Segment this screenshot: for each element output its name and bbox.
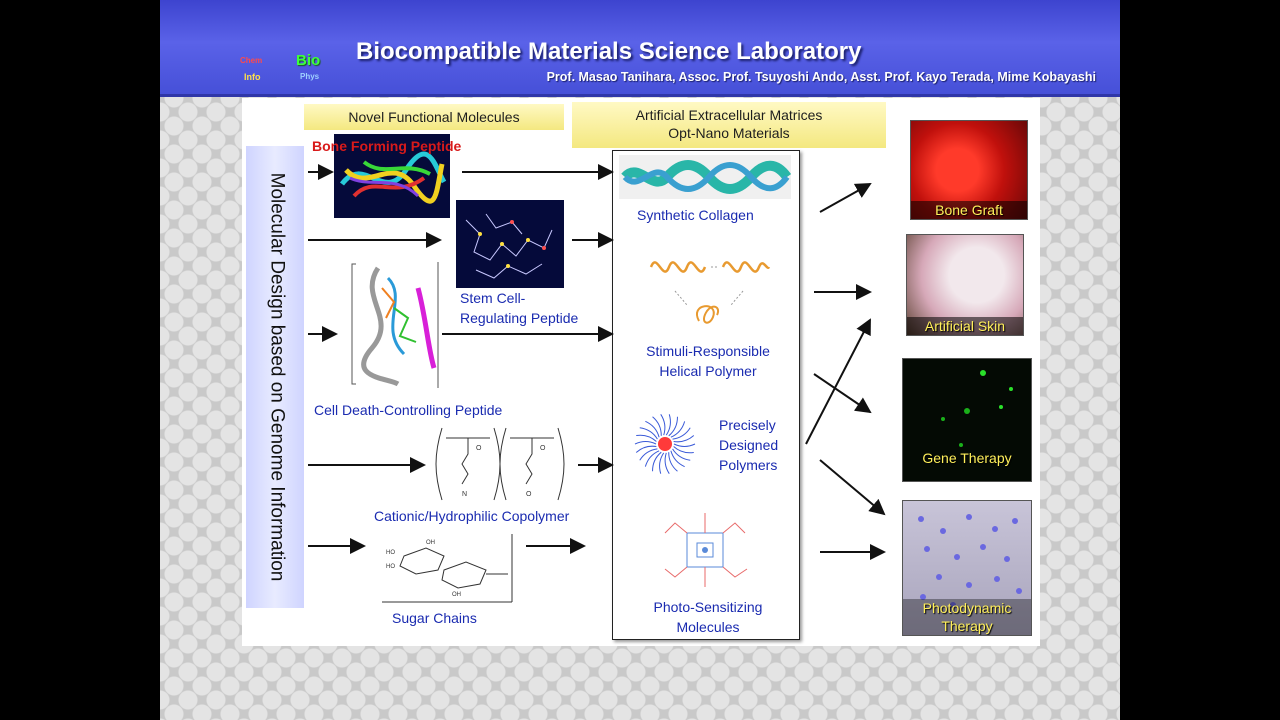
arrow-ecm-to-gene-a bbox=[813, 373, 872, 414]
arrow-ecm-to-skin-b bbox=[805, 318, 871, 445]
arrow-ecm-to-bone-graft bbox=[819, 183, 872, 213]
slide: Chem Info Bio Phys Biocompatible Materia… bbox=[160, 0, 1120, 720]
flow-arrows bbox=[308, 164, 886, 560]
arrow-ecm-to-pdt-a bbox=[819, 459, 886, 516]
